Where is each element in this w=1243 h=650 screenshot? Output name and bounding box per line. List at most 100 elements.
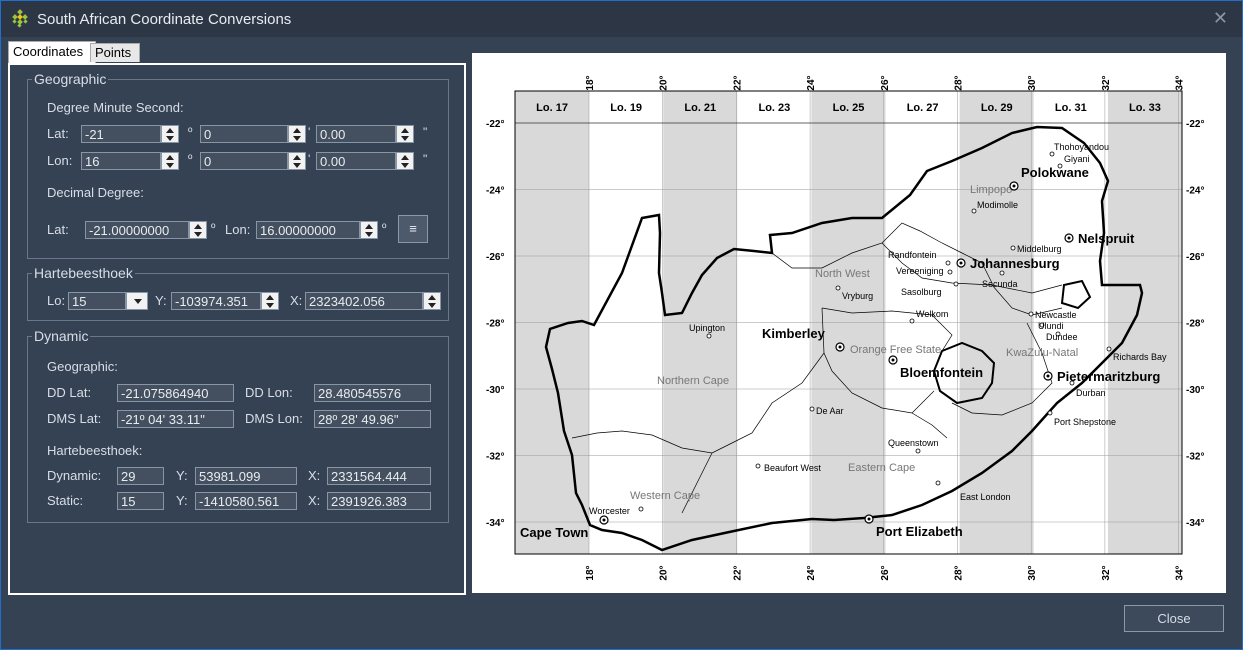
town-marker	[1047, 410, 1053, 416]
lo-band-label: Lo. 25	[833, 102, 865, 114]
city-label: Johannesburg	[970, 256, 1060, 271]
chevron-down-icon[interactable]	[126, 292, 148, 310]
dynamic-dd-lon-field[interactable]: 28.480545576	[314, 384, 431, 402]
lon-minute-spinner[interactable]	[288, 152, 306, 170]
x-spinner[interactable]	[423, 292, 441, 310]
lat-tick-label-right: -28°	[1186, 319, 1204, 330]
sec-symbol: "	[423, 152, 428, 166]
static-x-field[interactable]: 2391926.383	[327, 492, 431, 510]
city-marker-dot	[959, 261, 963, 265]
town-marker	[1106, 346, 1112, 352]
town-marker	[953, 281, 959, 287]
dd-lon-spinner[interactable]	[360, 221, 378, 239]
lo-select[interactable]: 15	[68, 292, 126, 310]
town-marker	[809, 406, 815, 412]
lo-band-label: Lo. 23	[758, 102, 790, 114]
lat-tick-label-left: -26°	[486, 252, 504, 263]
province-label: Limpopo	[970, 184, 1012, 196]
town-label: Beaufort West	[764, 463, 821, 473]
lo-band-label: Lo. 31	[1055, 102, 1087, 114]
lon-tick-label-top: 30°	[1027, 75, 1038, 90]
lo-band-label: Lo. 19	[610, 102, 642, 114]
town-marker	[638, 506, 644, 512]
town-label: Modimolle	[977, 200, 1018, 210]
lo-band-label: Lo. 29	[981, 102, 1013, 114]
tab-coordinates[interactable]: Coordinates	[8, 41, 96, 64]
dynamic-dd-lat-field[interactable]: -21.075864940	[117, 384, 234, 402]
hartebeesthoek-group: Hartebeesthoek Lo: 15 Y: -103974.351 X: …	[27, 265, 449, 321]
lon-minute-input[interactable]: 0	[200, 152, 288, 170]
lon-degree-spinner[interactable]	[161, 152, 179, 170]
dynamic-geographic-label: Geographic:	[47, 359, 118, 374]
app-logo-icon	[12, 9, 28, 28]
town-marker	[1028, 311, 1034, 317]
lon-tick-label-top: 20°	[659, 75, 670, 90]
town-label: Newcastle	[1035, 310, 1077, 320]
map-panel[interactable]: Lo. 17 Lo. 19 Lo. 21 Lo. 23 Lo. 25 Lo. 27 Lo. …	[472, 53, 1226, 593]
lat-second-input[interactable]: 0.00	[316, 125, 396, 143]
lon-tick-label-bottom: 28°	[954, 565, 965, 580]
dynamic-y-field[interactable]: 53981.099	[195, 467, 297, 485]
dynamic-x-field[interactable]: 2331564.444	[327, 467, 431, 485]
lat-tick-label-right: -34°	[1186, 518, 1204, 529]
lon-tick-label-bottom: 24°	[806, 565, 817, 580]
convert-button[interactable]: ≡	[398, 215, 428, 243]
lat-tick-label-right: -32°	[1186, 452, 1204, 463]
dynamic-lo-field[interactable]: 29	[117, 467, 164, 485]
city-marker-dot	[1012, 184, 1016, 188]
close-icon[interactable]: ✕	[1213, 8, 1228, 29]
deg-symbol: º	[211, 221, 216, 235]
y-spinner[interactable]	[261, 292, 279, 310]
lat-degree-spinner[interactable]	[161, 125, 179, 143]
lon-second-spinner[interactable]	[396, 152, 414, 170]
lon-tick-label-top: 24°	[806, 75, 817, 90]
town-marker	[971, 208, 977, 214]
lo-label: Lo:	[47, 293, 66, 308]
static-y-field[interactable]: -1410580.561	[195, 492, 297, 510]
dms-label: Degree Minute Second:	[47, 100, 184, 115]
city-label: Bloemfontein	[900, 365, 983, 380]
city-marker-dot	[838, 345, 842, 349]
city-marker-dot	[602, 518, 606, 522]
lon-tick-label-top: 28°	[954, 75, 965, 90]
town-label: Vryburg	[842, 291, 873, 301]
lat-minute-input[interactable]: 0	[200, 125, 288, 143]
sec-symbol: "	[423, 125, 428, 139]
town-label: Port Shepstone	[1054, 417, 1116, 427]
dd-lat-input[interactable]: -21.00000000	[85, 221, 189, 239]
lon-tick-label-bottom: 26°	[880, 565, 891, 580]
x-input[interactable]: 2323402.056	[305, 292, 423, 310]
town-label: Giyani	[1064, 154, 1090, 164]
lat-degree-input[interactable]: -21	[81, 125, 161, 143]
city-marker-dot	[1046, 374, 1050, 378]
town-label: Ulundi	[1038, 321, 1064, 331]
hartebeesthoek-title: Hartebeesthoek	[32, 265, 135, 281]
tab-points[interactable]: Points	[90, 43, 140, 62]
dd-lat-spinner[interactable]	[189, 221, 207, 239]
dms-lon-label: DMS Lon:	[245, 411, 303, 426]
lon-second-input[interactable]: 0.00	[316, 152, 396, 170]
lon-degree-input[interactable]: 16	[81, 152, 161, 170]
static-y-label: Y:	[176, 493, 188, 508]
dd-lat-label: DD Lat:	[47, 385, 92, 400]
lon-tick-label-top: 32°	[1101, 75, 1112, 90]
lon-label: Lon:	[47, 153, 73, 168]
city-label: Cape Town	[520, 525, 588, 540]
y-input[interactable]: -103974.351	[171, 292, 261, 310]
dd-lon-label: DD Lon:	[245, 385, 293, 400]
town-label: Vereeniging	[896, 266, 944, 276]
town-label: East London	[960, 492, 1011, 502]
static-lo-field[interactable]: 15	[117, 492, 164, 510]
city-label: Nelspruit	[1078, 231, 1135, 246]
dms-lat-label: DMS Lat:	[47, 411, 102, 426]
town-marker	[706, 333, 712, 339]
town-label: Secunda	[982, 279, 1018, 289]
south-africa-map[interactable]: Lo. 17 Lo. 19 Lo. 21 Lo. 23 Lo. 25 Lo. 27 Lo. …	[472, 53, 1226, 593]
close-button[interactable]: Close	[1124, 605, 1224, 632]
dynamic-dms-lon-field[interactable]: 28º 28' 49.96"	[314, 410, 431, 428]
lat-minute-spinner[interactable]	[288, 125, 306, 143]
dynamic-dms-lat-field[interactable]: -21º 04' 33.11"	[117, 410, 234, 428]
dd-lon-input[interactable]: 16.00000000	[256, 221, 360, 239]
lat-second-spinner[interactable]	[396, 125, 414, 143]
province-label: Northern Cape	[657, 375, 729, 387]
